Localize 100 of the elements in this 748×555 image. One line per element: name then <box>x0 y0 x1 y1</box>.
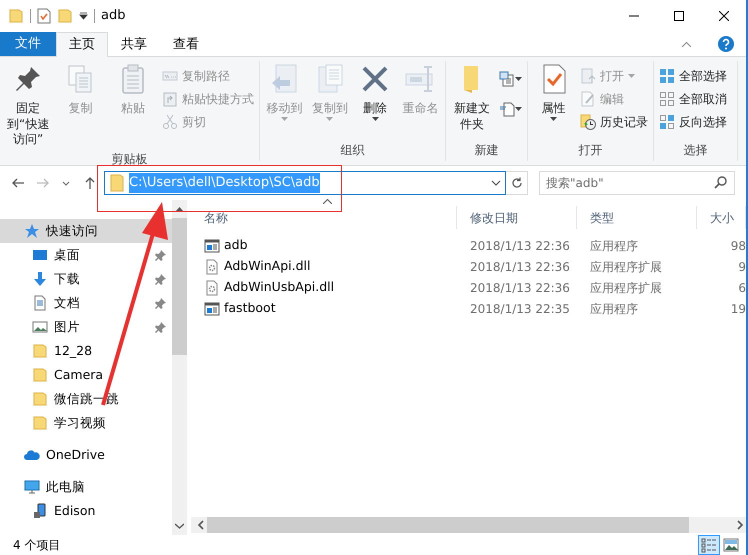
nav-item[interactable]: Camera <box>0 363 172 387</box>
refresh-button[interactable] <box>506 171 528 195</box>
ribbon-button[interactable]: 历史记录 <box>578 110 650 133</box>
chevron-up-icon <box>682 42 690 46</box>
column-header[interactable]: 名称 <box>191 206 457 229</box>
up-icon <box>84 176 96 190</box>
dropdown-icon <box>491 180 501 186</box>
table-cell: 2018/1/13 22:36 <box>470 238 570 252</box>
nav-item[interactable]: 文档 <box>0 291 172 315</box>
item-count: 4 个项目 <box>13 537 60 554</box>
help-icon <box>718 36 734 52</box>
table-cell: 6 <box>738 280 746 294</box>
close-icon <box>718 11 728 21</box>
star-icon <box>24 223 40 239</box>
scissors-icon <box>162 114 178 130</box>
table-cell: 19 <box>730 302 746 316</box>
table-cell: 9 <box>738 260 746 274</box>
edit-icon <box>580 90 596 106</box>
table-cell: 应用程序 <box>590 238 638 252</box>
gear-page-icon <box>204 280 220 296</box>
ribbon-button[interactable]: 删除 <box>354 61 397 141</box>
forward-icon <box>36 176 48 190</box>
caret-icon <box>372 116 379 121</box>
scroll-left-icon <box>197 520 205 530</box>
table-cell: 98 <box>730 238 746 252</box>
table-cell: 应用程序 <box>590 302 638 316</box>
group-label: 新建 <box>474 142 500 159</box>
table-cell: 2018/1/13 22:35 <box>470 302 570 316</box>
column-header[interactable]: 类型 <box>577 206 697 229</box>
grid-icon <box>659 114 675 130</box>
folder-icon <box>32 391 48 407</box>
table-cell: 应用程序扩展 <box>590 280 662 294</box>
check-page-icon <box>37 8 51 24</box>
nav-item[interactable]: 下载 <box>0 267 172 291</box>
caret-icon <box>515 77 522 81</box>
ribbon-tab[interactable]: 共享 <box>108 32 160 57</box>
file-name[interactable]: AdbWinUsbApi.dll <box>224 278 334 297</box>
view-button[interactable] <box>698 535 720 555</box>
caret-icon <box>550 116 557 121</box>
folder-icon <box>32 415 48 431</box>
refresh-icon <box>510 177 522 189</box>
caret-icon <box>628 74 635 78</box>
nav-item[interactable]: 12_28 <box>0 339 172 363</box>
search-field[interactable]: 搜索"adb" <box>539 171 735 195</box>
sort-up-icon <box>323 199 332 204</box>
grid-icon <box>659 68 675 84</box>
scroll-right-icon <box>736 520 744 530</box>
new-item-icon <box>499 71 515 87</box>
details-view-icon <box>701 537 717 553</box>
nav-item[interactable]: OneDrive <box>0 443 172 467</box>
ribbon-tab[interactable]: 查看 <box>160 32 212 57</box>
nav-item[interactable]: 此电脑 <box>0 475 172 499</box>
nav-item[interactable]: 学习视频 <box>0 411 172 435</box>
nav-item[interactable]: 桌面 <box>0 243 172 267</box>
column-header[interactable]: 大小 <box>697 206 746 229</box>
search-icon <box>714 176 727 189</box>
phone-icon <box>32 503 48 519</box>
ribbon-button[interactable]: 反向选择 <box>657 110 729 133</box>
group-label: 组织 <box>340 142 366 159</box>
folder-icon <box>109 174 125 192</box>
column-header[interactable]: 修改日期 <box>457 206 577 229</box>
ribbon-button[interactable]: 属性 <box>531 61 576 141</box>
history-icon <box>580 114 596 130</box>
group-label: 剪贴板 <box>110 150 148 168</box>
nav-item[interactable]: Edison <box>0 499 172 523</box>
maximize-icon <box>674 11 684 21</box>
ribbon-button[interactable]: 新建文件夹 <box>449 61 495 141</box>
caret-icon <box>281 116 288 121</box>
ribbon-button[interactable]: 全部选择 <box>657 64 729 87</box>
nav-item[interactable]: 图片 <box>0 315 172 339</box>
scrollbar-thumb[interactable] <box>207 517 689 533</box>
ribbon-tab[interactable]: 主页 <box>56 32 108 57</box>
open-icon <box>580 68 596 84</box>
document-icon <box>32 295 48 311</box>
ribbon-button[interactable]: 全部取消 <box>657 87 729 110</box>
group-label: 选择 <box>682 142 708 159</box>
application-icon <box>204 238 220 254</box>
table-cell: 应用程序扩展 <box>590 260 662 274</box>
gear-page-icon <box>204 258 220 274</box>
caret-icon <box>326 116 334 121</box>
ribbon-button[interactable]: 固定到“快速访问” <box>3 61 54 150</box>
application-icon <box>204 300 220 316</box>
table-cell: 2018/1/13 22:36 <box>470 260 570 274</box>
scroll-down-icon <box>175 523 184 529</box>
desktop-icon <box>32 247 48 263</box>
nav-item[interactable]: 快速访问 <box>0 219 172 243</box>
group-label: 打开 <box>578 142 604 159</box>
file-name[interactable]: fastboot <box>224 299 276 318</box>
page-icon <box>499 101 515 117</box>
folder-icon <box>8 8 24 24</box>
dropdown-icon <box>79 12 88 20</box>
caret-icon <box>515 107 522 111</box>
folder-icon <box>32 343 48 359</box>
file-name[interactable]: adb <box>224 236 248 255</box>
file-name[interactable]: AdbWinApi.dll <box>224 257 310 276</box>
scrollbar-thumb[interactable] <box>172 218 187 355</box>
folder-icon <box>57 8 73 24</box>
window-title: adb <box>101 7 126 26</box>
picture-icon <box>32 319 48 335</box>
file-tab[interactable]: 文件 <box>0 32 56 56</box>
